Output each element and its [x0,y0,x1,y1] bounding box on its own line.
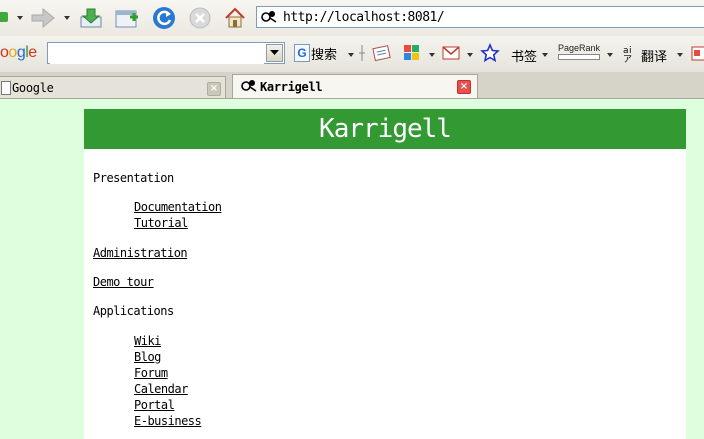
star-bookmark-button[interactable] [480,43,500,63]
portal-link[interactable]: Portal [134,398,175,412]
translate-label[interactable]: 翻译 [641,46,667,65]
forward-arrow-icon [31,7,55,29]
forum-link[interactable]: Forum [134,366,168,380]
svg-text:ア: ア [623,55,632,64]
grip-icon [359,45,365,61]
presentation-heading: Presentation [93,171,174,185]
google-logo: oogle [0,44,37,61]
download-button[interactable] [78,6,104,30]
home-icon [225,7,245,28]
popup-blocker-dropdown[interactable] [429,53,435,57]
administration-link[interactable]: Administration [93,246,188,260]
google-g-icon: G [294,44,310,62]
tab-title: Google [12,80,54,95]
sidebar-button[interactable] [690,44,704,62]
home-button[interactable] [222,5,248,31]
address-url[interactable]: http://localhost:8081/ [283,10,445,25]
search-dropdown-button[interactable] [266,44,283,62]
pagerank-indicator[interactable]: PageRank [558,43,600,60]
close-tab-icon[interactable]: × [457,80,471,94]
pagerank-dropdown[interactable] [607,53,613,57]
news-icon [372,45,391,62]
toolbar-separator-handle[interactable] [357,45,367,61]
forward-history-dropdown[interactable] [64,16,70,20]
karrigell-favicon-icon [241,78,257,95]
stop-button[interactable] [187,5,213,31]
download-icon [80,8,102,28]
mail-icon [442,46,460,60]
bookmarks-dropdown[interactable] [542,53,548,57]
popup-blocker-button[interactable] [402,43,424,63]
page-title: Karrigell [84,109,686,149]
bookmarks-menu[interactable]: 书签 [511,46,537,65]
tab-google[interactable]: Google × [0,76,226,98]
pagerank-bar [558,54,600,60]
star-icon [480,43,500,63]
pagerank-label: PageRank [558,43,601,53]
chevron-down-icon [270,50,279,55]
e-business-link[interactable]: E-business [134,414,202,428]
applications-heading: Applications [93,304,174,318]
page-viewport: Karrigell Presentation Documentation Tut… [0,99,704,439]
address-bar[interactable]: http://localhost:8081/ [256,6,704,28]
gmail-dropdown[interactable] [467,53,473,57]
forward-button[interactable] [30,6,56,30]
translate-dropdown[interactable] [677,53,683,57]
gmail-button[interactable] [441,44,463,62]
close-tab-icon[interactable]: × [207,82,221,96]
reload-button[interactable] [151,5,177,31]
news-button[interactable] [372,44,392,62]
search-combo[interactable] [47,42,285,64]
calendar-link[interactable]: Calendar [134,382,188,396]
documentation-link[interactable]: Documentation [134,200,222,214]
google-toolbar: oogle G 搜索 书签 PageRank a i ア 翻译 [0,36,704,72]
new-tab-button[interactable] [114,6,140,30]
demo-tour-link[interactable]: Demo tour [93,275,154,289]
navigation-toolbar: http://localhost:8081/ [0,0,704,36]
back-button[interactable] [0,9,10,25]
new-tab-icon [115,10,138,28]
tab-title: Karrigell [260,79,323,94]
tab-strip: Google × Karrigell × [0,72,704,99]
stop-icon [189,7,211,29]
windows-flag-icon [404,45,419,60]
tutorial-link[interactable]: Tutorial [134,216,188,230]
reload-icon [153,7,175,29]
page-container: Karrigell Presentation Documentation Tut… [84,109,686,439]
translate-button[interactable]: a i ア [622,44,640,64]
tab-karrigell[interactable]: Karrigell × [232,74,478,98]
send-to-icon [691,46,704,61]
google-search-button[interactable]: G 搜索 [294,44,338,63]
back-arrow-icon [0,12,8,22]
search-button-label: 搜索 [311,47,338,63]
wiki-link[interactable]: Wiki [134,334,161,348]
karrigell-favicon-icon [261,8,277,27]
back-history-dropdown[interactable] [17,16,23,20]
search-options-dropdown[interactable] [348,53,354,57]
blog-link[interactable]: Blog [134,350,161,364]
search-input[interactable] [50,44,264,64]
translate-icon: a i ア [623,46,632,64]
page-icon [1,80,11,95]
